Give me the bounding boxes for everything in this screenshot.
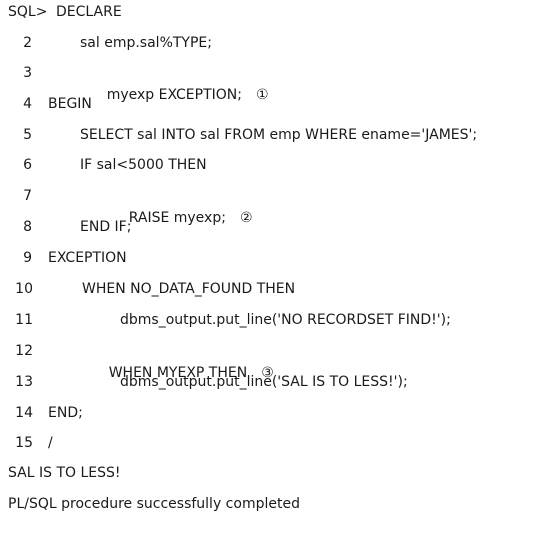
code-line-7: 7 RAISE myexp; ② — [0, 185, 252, 226]
code-line-1: SQL> DECLARE — [0, 1, 122, 23]
output-line: PL/SQL procedure successfully completed — [0, 493, 300, 515]
code-line-14: 14 END; — [0, 402, 83, 424]
line-number: 3 — [23, 65, 32, 81]
code-text: EXCEPTION — [48, 250, 127, 266]
line-number: 5 — [23, 127, 32, 143]
code-line-11: 11 dbms_output.put_line('NO RECORDSET FI… — [0, 309, 451, 331]
line-number: 11 — [15, 312, 33, 328]
output-line: SAL IS TO LESS! — [0, 462, 121, 484]
code-line-2: 2 sal emp.sal%TYPE; — [0, 32, 212, 54]
code-line-8: 8 END IF; — [0, 216, 131, 238]
code-text: / — [48, 435, 53, 451]
line-number: 13 — [15, 374, 33, 390]
sql-console: SQL> DECLARE 2 sal emp.sal%TYPE; 3 myexp… — [0, 0, 558, 513]
code-line-5: 5 SELECT sal INTO sal FROM emp WHERE ena… — [0, 124, 477, 146]
line-number: 6 — [23, 157, 32, 173]
line-number: 15 — [15, 435, 33, 451]
code-text: END; — [48, 405, 83, 421]
code-text: DECLARE — [56, 4, 122, 20]
line-number: 7 — [23, 188, 32, 204]
code-text: myexp EXCEPTION; — [106, 87, 242, 103]
output-text: SAL IS TO LESS! — [8, 465, 121, 481]
code-text: SELECT sal INTO sal FROM emp WHERE ename… — [80, 127, 478, 143]
code-line-9: 9 EXCEPTION — [0, 247, 127, 269]
line-number: 9 — [23, 250, 32, 266]
code-line-6: 6 IF sal<5000 THEN — [0, 154, 207, 176]
code-text: dbms_output.put_line('SAL IS TO LESS!'); — [120, 374, 408, 390]
circled-marker: ① — [256, 87, 269, 103]
code-text: dbms_output.put_line('NO RECORDSET FIND!… — [120, 312, 451, 328]
line-number: 8 — [23, 219, 32, 235]
circled-marker: ② — [239, 210, 253, 226]
line-number: 12 — [15, 343, 33, 359]
code-line-4: 4 BEGIN — [0, 93, 92, 115]
code-line-15: 15 / — [0, 432, 53, 454]
line-number: 10 — [15, 281, 33, 297]
code-text: IF sal<5000 THEN — [80, 157, 207, 173]
code-line-3: 3 myexp EXCEPTION; ① — [0, 62, 268, 103]
code-text: RAISE myexp; — [128, 210, 226, 226]
output-text: PL/SQL procedure successfully completed — [8, 496, 300, 512]
sql-prompt: SQL> — [8, 4, 48, 20]
code-text: WHEN NO_DATA_FOUND THEN — [82, 281, 296, 297]
code-content: myexp EXCEPTION; ① — [80, 62, 269, 128]
line-number: 2 — [23, 35, 32, 51]
code-text: BEGIN — [48, 96, 92, 112]
line-number: 4 — [23, 96, 32, 112]
code-text: END IF; — [80, 219, 132, 235]
code-line-13: 13 dbms_output.put_line('SAL IS TO LESS!… — [0, 371, 408, 393]
line-number: 14 — [15, 405, 33, 421]
code-line-10: 10 WHEN NO_DATA_FOUND THEN — [0, 278, 295, 300]
code-text: sal emp.sal%TYPE; — [80, 35, 212, 51]
code-line-12: 12 WHEN MYEXP THEN ③ — [0, 340, 274, 381]
